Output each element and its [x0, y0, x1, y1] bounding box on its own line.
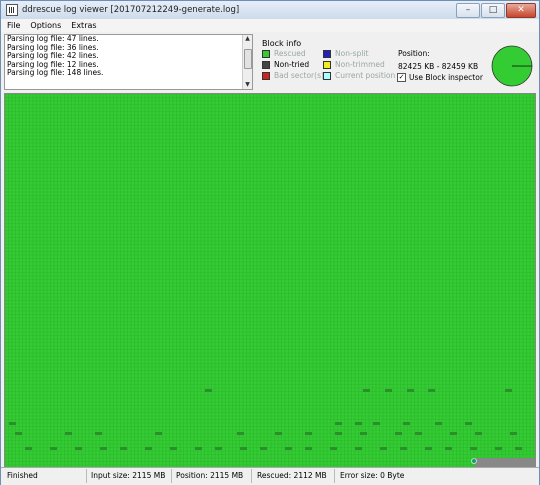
- nontrimmed-swatch: [323, 60, 331, 69]
- status-divider: [171, 469, 172, 483]
- menu-extras[interactable]: Extras: [67, 21, 100, 30]
- current-position-swatch: [323, 71, 331, 80]
- bad-sector-swatch: [262, 71, 270, 80]
- legend-nonsplit: Non-split: [323, 49, 368, 58]
- legend-label: Non-split: [335, 49, 369, 58]
- close-button[interactable]: ✕: [506, 3, 536, 18]
- block-inspector-label: Use Block inspector: [409, 73, 483, 82]
- legend-label: Current position: [335, 71, 396, 80]
- rescued-pie-chart: [491, 45, 533, 87]
- minimize-button[interactable]: –: [456, 3, 480, 18]
- status-bar: Finished Input size: 2115 MB Position: 2…: [1, 467, 539, 485]
- log-scrollbar[interactable]: ▲ ▼: [242, 35, 252, 89]
- status-divider: [251, 469, 252, 483]
- scroll-thumb[interactable]: [244, 49, 252, 69]
- legend-nontried: Non-tried: [262, 60, 309, 69]
- scroll-down-icon[interactable]: ▼: [243, 81, 252, 89]
- position-label: Position:: [398, 49, 430, 58]
- app-icon: [6, 4, 18, 16]
- legend-label: Non-trimmed: [335, 60, 385, 69]
- legend-bad-sectors: Bad sector(s): [262, 71, 324, 80]
- title-bar[interactable]: ddrescue log viewer [201707212249-genera…: [1, 1, 539, 19]
- status-divider: [334, 469, 335, 483]
- app-window: ddrescue log viewer [201707212249-genera…: [0, 0, 540, 485]
- status-position: Position: 2115 MB: [176, 471, 244, 480]
- status-input-size: Input size: 2115 MB: [91, 471, 166, 480]
- nontried-swatch: [262, 60, 270, 69]
- current-position-marker: [471, 458, 477, 464]
- menu-file[interactable]: File: [3, 21, 24, 30]
- legend-rescued: Rescued: [262, 49, 306, 58]
- status-divider: [86, 469, 87, 483]
- legend-label: Non-tried: [274, 60, 310, 69]
- scroll-up-icon[interactable]: ▲: [243, 35, 252, 43]
- legend-label: Rescued: [274, 49, 306, 58]
- info-panel: Parsing log file: 47 lines. Parsing log …: [1, 32, 539, 90]
- window-title: ddrescue log viewer [201707212249-genera…: [22, 5, 240, 15]
- maximize-button[interactable]: □: [481, 3, 505, 18]
- menu-bar: File Options Extras: [1, 19, 539, 32]
- legend-current-position: Current position: [323, 71, 395, 80]
- checkbox-check-icon[interactable]: ✓: [397, 73, 406, 82]
- block-info-title: Block info: [262, 39, 302, 48]
- log-output[interactable]: Parsing log file: 47 lines. Parsing log …: [4, 34, 253, 90]
- nonsplit-swatch: [323, 49, 331, 58]
- status-state: Finished: [7, 471, 38, 480]
- legend-label: Bad sector(s): [274, 71, 324, 80]
- nontried-region: [475, 458, 535, 467]
- block-inspector-checkbox[interactable]: ✓ Use Block inspector: [397, 73, 483, 82]
- log-line: Parsing log file: 148 lines.: [7, 68, 104, 77]
- status-error-size: Error size: 0 Byte: [340, 471, 405, 480]
- position-value: 82425 KB - 82459 KB: [398, 62, 479, 71]
- status-rescued: Rescued: 2112 MB: [257, 471, 327, 480]
- block-map[interactable]: [4, 93, 536, 468]
- legend-nontrimmed: Non-trimmed: [323, 60, 385, 69]
- window-controls: – □ ✕: [456, 3, 536, 18]
- menu-options[interactable]: Options: [26, 21, 65, 30]
- rescued-swatch: [262, 49, 270, 58]
